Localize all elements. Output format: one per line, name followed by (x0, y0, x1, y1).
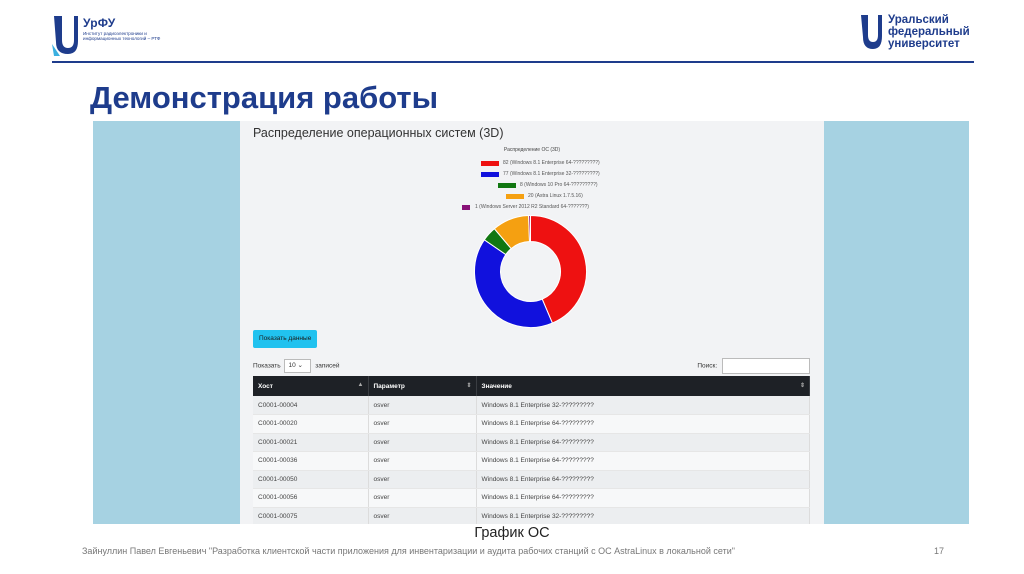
table-row[interactable]: C0001-00050 osver Windows 8.1 Enterprise… (253, 470, 810, 489)
university-name-line: университет (888, 38, 960, 50)
legend-label: 77 (Windows 8.1 Enterprise 32-?????????) (503, 171, 600, 177)
chart-heading: Распределение операционных систем (3D) (253, 126, 504, 140)
cell-parameter: osver (368, 507, 477, 524)
donut-slice[interactable] (528, 214, 531, 243)
urfu-emblem-icon (861, 15, 882, 49)
table-row[interactable]: C0001-00020 osver Windows 8.1 Enterprise… (253, 414, 810, 434)
cell-host: C0001-00020 (253, 414, 369, 434)
cell-host: C0001-00075 (253, 507, 369, 524)
legend-label: 8 (Windows 10 Pro 64-?????????) (520, 182, 598, 188)
cell-value: Windows 8.1 Enterprise 64-????????? (476, 488, 810, 508)
university-name-line: федеральный (888, 26, 970, 38)
legend-swatch (481, 161, 499, 166)
page-length-value: 10 (288, 362, 296, 369)
urfu-emblem-icon (52, 16, 78, 56)
search-label: Поиск: (697, 362, 718, 370)
cell-value: Windows 8.1 Enterprise 64-????????? (476, 451, 810, 471)
table-row[interactable]: C0001-00004 osver Windows 8.1 Enterprise… (253, 396, 810, 415)
slide-caption: График ОС (474, 525, 550, 541)
page-length-control: Показать 10 ⌄ записей (253, 359, 340, 374)
cell-host: C0001-00036 (253, 451, 369, 471)
donut-slice[interactable] (474, 239, 554, 328)
length-prefix: Показать (253, 362, 281, 370)
university-name-line: Уральский (888, 14, 949, 26)
os-donut-chart[interactable] (473, 214, 588, 329)
legend-item[interactable]: 82 (Windows 8.1 Enterprise 64-?????????) (460, 159, 660, 170)
cell-host: C0001-00050 (253, 470, 369, 489)
cell-parameter: osver (368, 470, 477, 489)
os-table: Хост ▲ Параметр ⇕ Значение ⇕ C0001-00004 os… (253, 376, 810, 524)
table-row[interactable]: C0001-00021 osver Windows 8.1 Enterprise… (253, 433, 810, 452)
slide-title: Демонстрация работы (90, 80, 439, 115)
university-name: Уральский федеральный университет (888, 14, 970, 50)
column-header-value[interactable]: Значение ⇕ (476, 376, 810, 396)
legend-item[interactable]: 8 (Windows 10 Pro 64-?????????) (460, 181, 660, 192)
column-header-parameter[interactable]: Параметр ⇕ (368, 376, 477, 396)
sort-icon: ⇕ (799, 383, 805, 389)
cell-parameter: osver (368, 414, 477, 434)
legend-label: 1 (Windows Server 2012 R2 Standard 64-??… (475, 204, 589, 210)
legend-swatch (506, 194, 524, 199)
chart-title: Распределение ОС (3D) (503, 147, 561, 153)
urfu-logo: Уральский федеральный университет (860, 14, 980, 54)
page-number: 17 (934, 546, 945, 556)
legend-swatch (498, 183, 516, 188)
legend-item[interactable]: 20 (Astra Linux 1.7.5.16) (460, 192, 660, 203)
cell-parameter: osver (368, 451, 477, 471)
cell-host: C0001-00021 (253, 433, 369, 452)
search-input[interactable] (722, 358, 810, 374)
table-row[interactable]: C0001-00056 osver Windows 8.1 Enterprise… (253, 488, 810, 508)
cell-parameter: osver (368, 396, 477, 415)
sort-icon: ⇕ (466, 383, 472, 389)
sort-asc-icon: ▲ (357, 382, 364, 388)
column-header-label: Параметр (373, 382, 405, 390)
table-header-row: Хост ▲ Параметр ⇕ Значение ⇕ (253, 376, 810, 396)
length-suffix: записей (315, 362, 340, 370)
cell-parameter: osver (368, 433, 477, 452)
legend-label: 82 (Windows 8.1 Enterprise 64-?????????) (503, 160, 600, 166)
chart-legend[interactable]: 82 (Windows 8.1 Enterprise 64-?????????)… (460, 159, 660, 214)
cell-value: Windows 8.1 Enterprise 64-????????? (476, 414, 810, 434)
cell-value: Windows 8.1 Enterprise 64-????????? (476, 433, 810, 452)
table-row[interactable]: C0001-00075 osver Windows 8.1 Enterprise… (253, 507, 810, 524)
table-row[interactable]: C0001-00036 osver Windows 8.1 Enterprise… (253, 451, 810, 471)
column-header-label: Значение (481, 382, 512, 390)
logo-brand-text: УрФУ (83, 16, 116, 30)
legend-swatch (481, 172, 499, 177)
page-length-select[interactable]: 10 ⌄ (284, 359, 312, 373)
column-header-label: Хост (258, 382, 273, 390)
chevron-down-icon: ⌄ (297, 362, 303, 369)
cell-host: C0001-00004 (253, 396, 369, 415)
legend-item[interactable]: 1 (Windows Server 2012 R2 Standard 64-??… (460, 203, 660, 214)
cell-value: Windows 8.1 Enterprise 32-????????? (476, 396, 810, 415)
logo-institute-text: Институт радиоэлектроники и информационн… (83, 31, 161, 42)
table-search: Поиск: (697, 358, 810, 375)
legend-item[interactable]: 77 (Windows 8.1 Enterprise 32-?????????) (460, 170, 660, 181)
show-data-button[interactable]: Показать данные (253, 330, 318, 348)
urfu-rtf-logo: УрФУ Институт радиоэлектроники и информа… (52, 14, 162, 56)
legend-label: 20 (Astra Linux 1.7.5.16) (528, 193, 583, 199)
app-screenshot: Распределение операционных систем (3D) Р… (240, 121, 824, 524)
column-header-host[interactable]: Хост ▲ (253, 376, 369, 396)
cell-host: C0001-00056 (253, 488, 369, 508)
cell-value: Windows 8.1 Enterprise 64-????????? (476, 470, 810, 489)
cell-parameter: osver (368, 488, 477, 508)
slide-footer: Зайнуллин Павел Евгеньевич "Разработка к… (82, 546, 735, 556)
legend-swatch (462, 205, 470, 210)
cell-value: Windows 8.1 Enterprise 32-????????? (476, 507, 810, 524)
slide: УрФУ Институт радиоэлектроники и информа… (0, 0, 1024, 574)
header-divider (52, 61, 974, 63)
